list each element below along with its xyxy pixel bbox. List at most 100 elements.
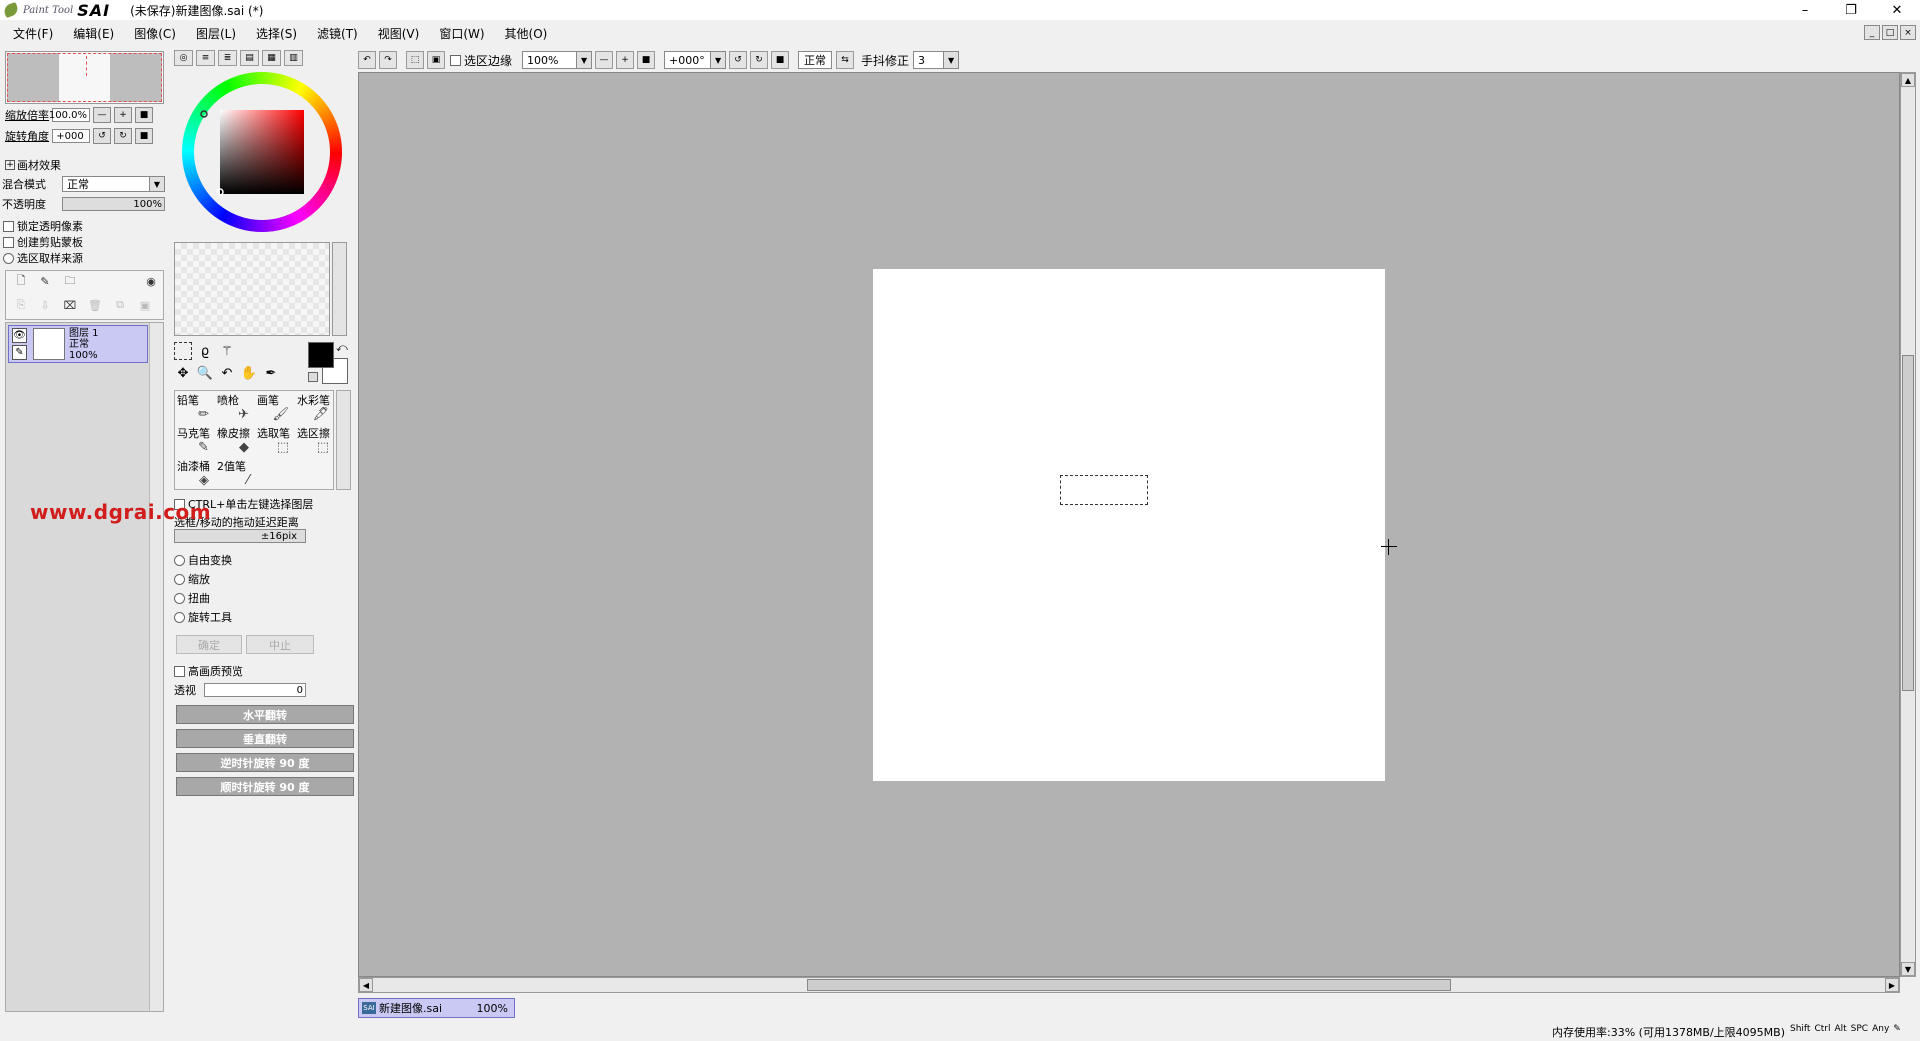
swatches-tab[interactable]: ▦ [262,50,281,66]
minimize-button[interactable]: – [1782,0,1828,20]
menu-select[interactable]: 选择(S) [249,25,304,42]
horizontal-scroll-thumb[interactable] [807,979,1451,991]
delete-layer-icon[interactable]: 🗑 [88,298,102,312]
rect-select-icon[interactable] [174,342,192,360]
restore-button[interactable]: ❐ [1828,0,1874,20]
scale-row[interactable]: 缩放 [174,571,210,587]
clear-layer-icon[interactable]: ⌧ [63,298,77,312]
hq-preview-checkbox[interactable] [174,665,185,677]
redo-icon[interactable]: ↷ [379,51,397,69]
vertical-scroll-thumb[interactable] [1902,355,1914,691]
layer-mask-icon[interactable]: ◉ [144,274,158,288]
lock-transparency-row[interactable]: 锁定透明像素 [3,218,83,234]
zoom-in-button[interactable]: + [114,107,132,123]
zoom-icon[interactable]: 🔍 [196,364,214,382]
scroll-right-icon[interactable]: ▶ [1885,978,1899,992]
rotate-value[interactable]: +000 [52,129,90,143]
hq-preview-row[interactable]: 高画质预览 [174,663,243,679]
invert-select-icon[interactable]: ▣ [427,51,445,69]
foreground-color[interactable] [308,342,334,368]
brush-bucket[interactable]: 油漆桶 ◈ [175,457,215,490]
brush-grid-scrollbar[interactable] [336,390,351,490]
flatten-icon[interactable]: ▣ [138,298,152,312]
ok-button[interactable]: 确定 [176,635,242,654]
menu-window[interactable]: 窗口(W) [432,25,491,42]
menu-edit[interactable]: 编辑(E) [66,25,121,42]
menu-file[interactable]: 文件(F) [6,25,60,42]
stabilizer-select[interactable]: 3 ▼ [913,51,960,69]
scroll-down-icon[interactable]: ▼ [1901,962,1915,976]
menu-image[interactable]: 图像(C) [127,25,183,42]
menu-filter[interactable]: 滤镜(T) [310,25,365,42]
swap-colors-icon[interactable]: ⤺ [336,341,348,355]
magic-wand-icon[interactable]: ⚚ [218,342,236,360]
scroll-left-icon[interactable]: ◀ [359,978,373,992]
copy-layer-icon[interactable]: ⎘ [14,298,28,312]
transparent-color-icon[interactable] [308,372,318,382]
deselect-icon[interactable]: ⬚ [406,51,424,69]
flip-vertical-button[interactable]: 垂直翻转 [176,729,354,748]
scale-radio[interactable] [174,573,185,585]
zoom-select[interactable]: 100% ▼ [522,51,593,69]
brush-watercolor[interactable]: 水彩笔 🖋 [295,391,335,424]
menu-layer[interactable]: 图层(L) [189,25,243,42]
color-wheel[interactable] [182,72,342,232]
scratchpad[interactable] [174,242,330,336]
clipping-mask-checkbox[interactable] [3,236,14,248]
rotate-ccw-button[interactable]: ↺ [93,128,111,144]
brush-binary-pen[interactable]: 2值笔 ⁄ [215,457,255,490]
brush-marker[interactable]: 马克笔 ✎ [175,424,215,457]
mdi-close-button[interactable]: × [1900,25,1916,40]
rotate-right-icon[interactable]: ↻ [750,51,769,69]
free-transform-row[interactable]: 自由变换 [174,552,232,568]
rotate-cw-button[interactable]: ↻ [114,128,132,144]
eye-icon[interactable]: 👁 [12,328,27,343]
move-icon[interactable]: ✥ [174,364,192,382]
canvas-page[interactable] [873,269,1385,781]
lasso-icon[interactable]: ϱ [196,342,214,360]
rotate-reset-icon[interactable]: ■ [771,51,790,69]
rotate-left-icon[interactable]: ↺ [729,51,748,69]
layer-item[interactable]: 👁 ✎ 图层 1 正常 100% [8,325,148,363]
brush-brush[interactable]: 画笔 🖌 [255,391,295,424]
menu-view[interactable]: 视图(V) [371,25,427,42]
rotate-ccw-90-button[interactable]: 逆时针旋转 90 度 [176,753,354,772]
rotate-view-icon[interactable]: ↶ [218,364,236,382]
scratchpad-tab[interactable]: ▥ [284,50,303,66]
lock-transparency-checkbox[interactable] [3,220,14,232]
flip-view-icon[interactable]: ⇆ [836,51,855,69]
perspective-slider[interactable]: 0 [204,683,306,697]
navigator-preview[interactable] [5,51,164,104]
canvas-area[interactable] [358,72,1900,977]
free-transform-radio[interactable] [174,554,185,566]
scratchpad-scrollbar[interactable] [332,242,347,336]
color-wheel-tab[interactable]: ◎ [174,50,193,66]
selection-edge-checkbox[interactable] [450,54,461,66]
undo-icon[interactable]: ↶ [358,51,376,69]
flip-horizontal-button[interactable]: 水平翻转 [176,705,354,724]
selection-source-radio[interactable] [3,252,14,264]
mdi-restore-button[interactable]: □ [1882,25,1898,40]
eyedropper-icon[interactable]: ✒ [262,364,280,382]
rotate-tool-radio[interactable] [174,611,185,623]
zoom-in-icon[interactable]: + [616,51,635,69]
blend-mode-select[interactable]: 正常 ▼ [62,176,165,192]
selection-source-row[interactable]: 选区取样来源 [3,250,83,266]
zoom-value[interactable]: 100.0% [49,108,90,122]
close-button[interactable]: ✕ [1874,0,1920,20]
new-linework-layer-icon[interactable]: ✎ [38,274,52,288]
zoom-out-icon[interactable]: — [595,51,614,69]
zoom-fit-icon[interactable]: ■ [637,51,656,69]
mdi-minimize-button[interactable]: _ [1864,25,1880,40]
gradient-tab[interactable]: ▤ [240,50,259,66]
merge-down-icon[interactable]: ⇩ [38,298,52,312]
horizontal-scrollbar[interactable]: ◀ ▶ [358,977,1900,993]
new-folder-icon[interactable]: 🗀 [63,274,77,288]
brush-pencil[interactable]: 铅笔 ✏ [175,391,215,424]
canvas-blend-select[interactable]: 正常 [798,51,833,69]
angle-select[interactable]: +000° ▼ [664,51,727,69]
drag-delay-slider[interactable]: ±16pix [174,529,306,543]
document-tab[interactable]: SAI 新建图像.sai 100% [358,998,515,1018]
hand-icon[interactable]: ✋ [240,364,258,382]
distort-row[interactable]: 扭曲 [174,590,210,606]
